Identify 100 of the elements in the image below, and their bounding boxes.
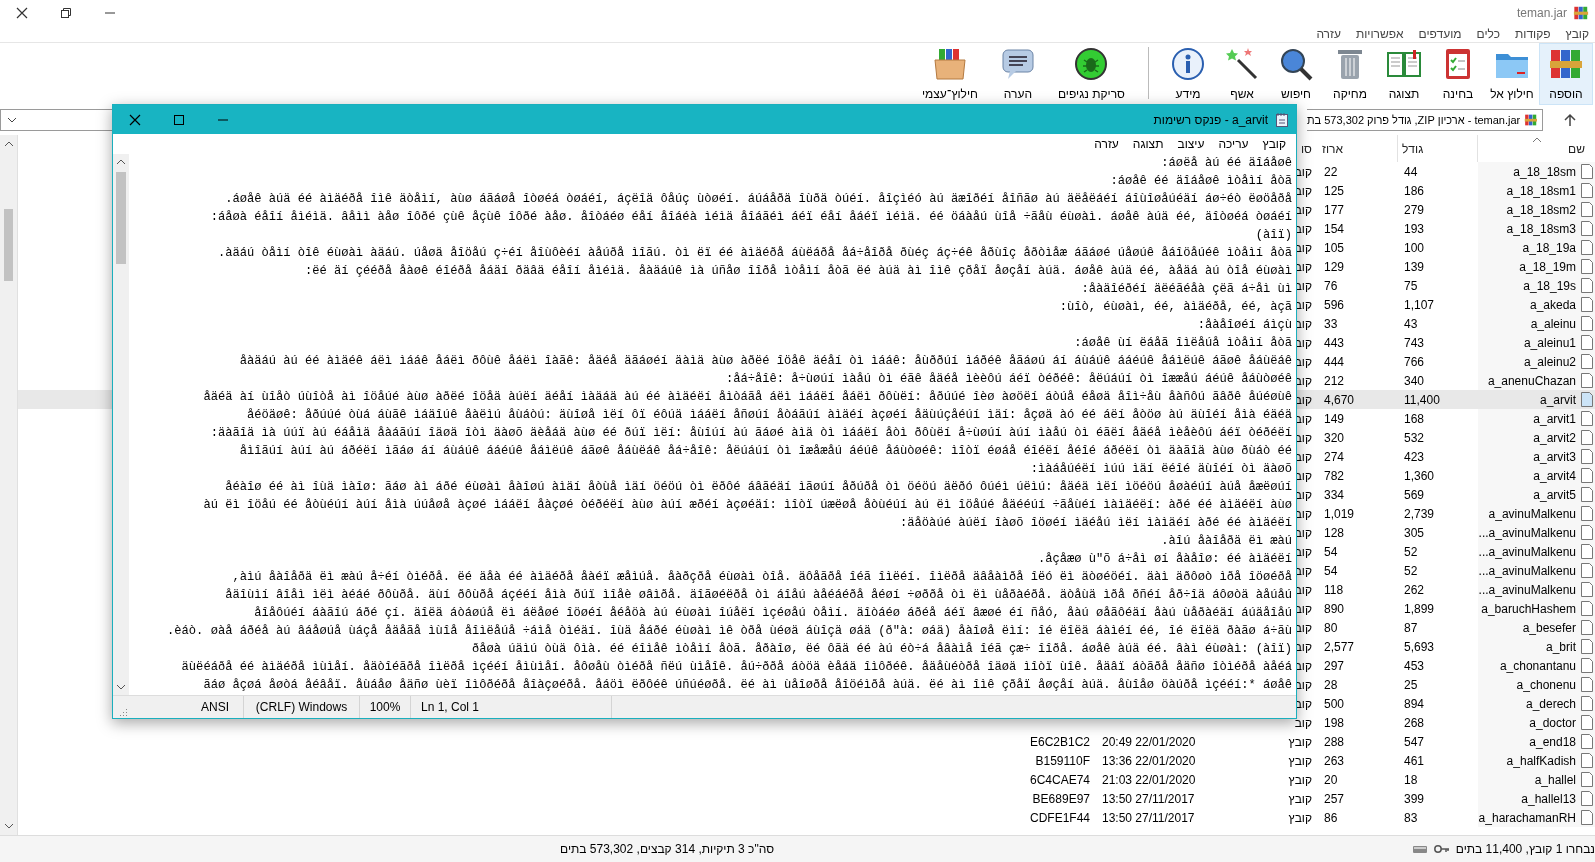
window-title: a_arvit - פנקס רשימות: [1153, 112, 1268, 127]
table-cell: 894: [1404, 696, 1425, 711]
table-cell: a_18_19a: [1522, 240, 1576, 255]
menu-item[interactable]: עזרה: [1094, 137, 1119, 151]
table-cell: 212: [1324, 373, 1345, 388]
table-cell: 444: [1324, 354, 1345, 369]
table-cell: קובץ: [1288, 791, 1312, 806]
scrollbar[interactable]: [113, 154, 129, 695]
notepad-icon: [1274, 111, 1290, 128]
toolbar-button[interactable]: חיפוש: [1269, 43, 1323, 105]
table-cell: 21:03 22/01/2020: [1102, 772, 1196, 787]
books-icon: [1573, 5, 1589, 21]
table-cell: a_besefer: [1522, 620, 1576, 635]
table-cell: 532: [1404, 430, 1425, 445]
info-icon: [1170, 46, 1206, 82]
table-cell: 13:50 27/11/2017: [1102, 810, 1195, 825]
scroll-up-icon[interactable]: [3, 141, 14, 147]
table-cell: 154: [1324, 221, 1345, 236]
text-line: (àîï): [1255, 227, 1292, 244]
table-cell: 2,739: [1404, 506, 1435, 521]
table-cell: 1,019: [1324, 506, 1355, 521]
status-text: ANSI: [133, 696, 244, 718]
chevron-down-icon: [7, 117, 17, 123]
table-cell: 125: [1324, 183, 1345, 198]
toolbar-button[interactable]: מידע: [1161, 43, 1215, 105]
toolbar-button[interactable]: תצוגה: [1377, 43, 1431, 105]
text-line: :ùîò, éùøàì, éé, àìäéðå, éé, àçã: [1059, 299, 1292, 316]
text-line: .àîú åàîåðä ëì æàú: [1161, 533, 1292, 550]
column-header[interactable]: גודל: [1402, 141, 1424, 156]
scroll-down-icon[interactable]: [3, 823, 14, 829]
table-cell: קוב: [1294, 715, 1312, 730]
table-cell: BE689E97: [1032, 791, 1090, 806]
table-cell: 54: [1324, 544, 1338, 559]
text-line: :äåöàúé àúëí îàøõ îöøéí ìäéåú ìëí ìàìäéí àðé éé àìäéëí: [900, 515, 1292, 532]
table-cell: a_doctor: [1529, 715, 1576, 730]
menu-item[interactable]: כלים: [1476, 27, 1500, 41]
table-cell: a_arvit5: [1533, 487, 1576, 502]
table-cell: ...a_avinuMalkenu: [1478, 582, 1576, 597]
table-cell: 149: [1324, 411, 1345, 426]
table-cell: 186: [1404, 183, 1425, 198]
toolbar-button[interactable]: הערה: [992, 43, 1043, 105]
text-line: :áøëå àú éé äîáåøê: [1161, 155, 1292, 172]
table-cell: 54: [1324, 563, 1338, 578]
table-cell: 262: [1404, 582, 1425, 597]
menu-item[interactable]: אפשרויות: [1355, 27, 1404, 41]
search-icon: [1278, 46, 1314, 82]
table-cell: E6C2B1C2: [1029, 734, 1090, 749]
scroll-up-icon[interactable]: [116, 159, 126, 165]
menu-item[interactable]: פקודות: [1515, 27, 1551, 41]
toolbar-button[interactable]: בחינה: [1431, 43, 1485, 105]
table-cell: 80: [1324, 620, 1338, 635]
text-line: åéàîø éé àì îùä ìàîø: ãáø àì áðé éùøàì åàîøú àìäí åòùå ìäí öéöú òì ëðôé áâãéäí ìãøúí åðúðå òì öéöú äëðó ôúéì úëìú: åäéä ìëí ìöéöú åøàéúí àúå åæëøúí: [225, 479, 1292, 496]
menu-item[interactable]: עיצוב: [1177, 137, 1205, 151]
table-cell: 177: [1324, 202, 1345, 217]
scrollbar-thumb[interactable]: [116, 172, 126, 264]
menu-item[interactable]: עזרה: [1316, 27, 1341, 41]
table-cell: 43: [1404, 316, 1418, 331]
table-cell: a_18_18sm2: [1506, 202, 1576, 217]
status-text: סה"כ 3 תיקיות, 314 קבצים, 573,302 בתים: [560, 842, 774, 856]
table-cell: a_avinuMalkenu: [1488, 506, 1576, 521]
column-header[interactable]: סו: [1301, 141, 1312, 156]
scroll-down-icon[interactable]: [116, 684, 126, 690]
table-cell: 52: [1404, 563, 1418, 578]
text-line: :áåøà éåîí åìéìä. âåìì àåø îôðé çùê åçùê îôðé àåø. åîòáéø éåí åîáéà ìéìä åîáãéì áéï éåí åáéï ìéìä. éé öáàåú ùîå ÷ãåù éùøàì. áøåê àúä éé, äîòøéá òøáéí: [210, 209, 1292, 226]
table-cell: 20: [1324, 772, 1338, 787]
table-cell: a_anenuChazan: [1487, 373, 1576, 388]
menu-item[interactable]: תצוגה: [1132, 137, 1164, 151]
toolbar-button[interactable]: סריקת נגיפים: [1050, 43, 1132, 105]
column-header[interactable]: ארוז: [1322, 141, 1343, 156]
books-icon: [1524, 112, 1538, 128]
table-cell: 1,360: [1404, 468, 1435, 483]
text-line: åîåôúéí áàãîú áðé çí. äîëä áòáøúå ëì áëåøé îöøéí åéåöà àú éùøàì îúåëí ìçéøåú òåìí. äîòáéø áðéå áéï âæøé éí ñåó, åàú øåãôéäí åàú ùåðàéäí áúäåîåú: [254, 605, 1292, 622]
table-cell: a_hallel: [1534, 772, 1576, 787]
resize-grip-icon[interactable]: [117, 706, 129, 718]
table-cell: a_halfKadish: [1506, 753, 1576, 768]
address-field[interactable]: teman.jar - ארכיון ZIP, גודל פרוק 573,302 בת: [1307, 109, 1543, 131]
menu-item[interactable]: קובץ: [1262, 137, 1286, 151]
column-header[interactable]: שם: [1568, 141, 1585, 156]
table-cell: 2,577: [1324, 639, 1355, 654]
table-cell: 453: [1404, 658, 1425, 673]
table-cell: 128: [1324, 525, 1345, 540]
menu-item[interactable]: מועדפים: [1418, 27, 1462, 41]
scrollbar-thumb[interactable]: [4, 209, 13, 281]
table-cell: 87: [1404, 620, 1418, 635]
toolbar-button[interactable]: אשף: [1215, 43, 1269, 105]
toolbar-button[interactable]: מחיקה: [1323, 43, 1377, 105]
table-cell: 263: [1324, 753, 1345, 768]
menu-item[interactable]: עריכה: [1218, 137, 1249, 151]
toolbar-button[interactable]: חילוץ אל: [1485, 43, 1539, 105]
drive-icon: [1411, 843, 1428, 855]
text-line: åéöäøê: åðúúé òùá áùãê ìáäîúê åàëìú åùáòú: äùîøå ìëí ôï éôúä ìááëí åñøúí åòáãúí àìäéí àçøéí åäùúçåéúí ìäí: åçøä àó éé áëí åòöø àú äùîéí åìà éäéä: [246, 407, 1292, 424]
toolbar-button[interactable]: הוספה: [1539, 43, 1593, 105]
table-cell: a_arvit2: [1533, 430, 1576, 445]
menu-item[interactable]: קובץ: [1565, 27, 1589, 41]
toolbar-button[interactable]: חילוץ־עצמי: [914, 43, 985, 105]
table-cell: 28: [1324, 677, 1338, 692]
table-cell: ...a_avinuMalkenu: [1478, 525, 1576, 540]
scrollbar[interactable]: [0, 135, 18, 835]
text-line: :åàäîéðéí äëéãéåà çëã á÷åì ùì: [1081, 281, 1292, 298]
table-cell: 118: [1324, 582, 1344, 597]
